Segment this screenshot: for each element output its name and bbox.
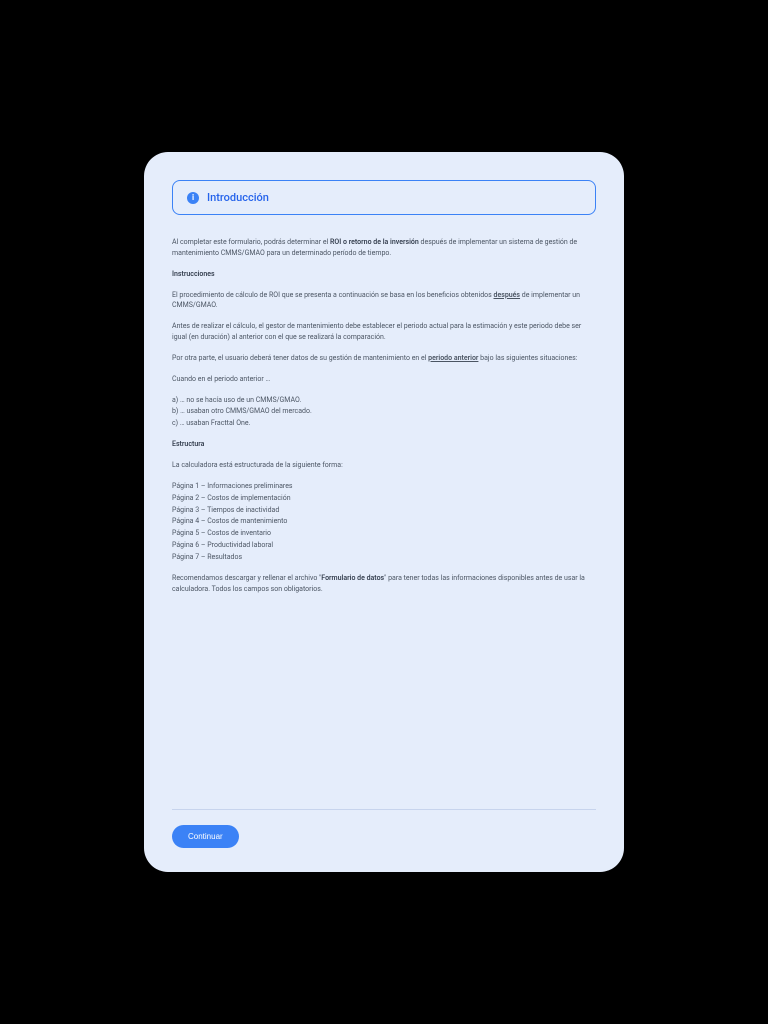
- instructions-p3-underline: periodo anterior: [428, 354, 478, 362]
- recommendation: Recomendamos descargar y rellenar el arc…: [172, 573, 596, 595]
- footer: Continuar: [172, 809, 596, 848]
- list-item: Página 1 – Informaciones preliminares: [172, 481, 596, 492]
- intro-pre: Al completar este formulario, podrás det…: [172, 238, 330, 246]
- section-header: i Introducción: [172, 180, 596, 215]
- rec-pre: Recomendamos descargar y rellenar el arc…: [172, 574, 321, 582]
- list-item: c) … usaban Fracttal One.: [172, 418, 596, 429]
- intro-paragraph: Al completar este formulario, podrás det…: [172, 237, 596, 259]
- list-item: Página 6 – Productividad laboral: [172, 540, 596, 551]
- instructions-p3: Por otra parte, el usuario deberá tener …: [172, 353, 596, 364]
- list-item: a) … no se hacía uso de un CMMS/GMAO.: [172, 395, 596, 406]
- form-card: i Introducción Al completar este formula…: [144, 152, 624, 872]
- instructions-p1-pre: El procedimiento de cálculo de ROI que s…: [172, 291, 494, 299]
- structure-intro: La calculadora está estructurada de la s…: [172, 460, 596, 471]
- info-icon: i: [187, 192, 199, 204]
- list-item: Página 3 – Tiempos de inactividad: [172, 505, 596, 516]
- list-item: Página 2 – Costos de implementación: [172, 493, 596, 504]
- pages-list: Página 1 – Informaciones preliminares Pá…: [172, 481, 596, 563]
- instructions-p1-underline: después: [494, 291, 521, 299]
- structure-heading: Estructura: [172, 439, 596, 450]
- instructions-p4: Cuando en el periodo anterior …: [172, 374, 596, 385]
- instructions-p3-pre: Por otra parte, el usuario deberá tener …: [172, 354, 428, 362]
- list-item: b) … usaban otro CMMS/GMAO del mercado.: [172, 406, 596, 417]
- section-title: Introducción: [207, 191, 269, 204]
- rec-bold: Formulario de datos: [321, 574, 384, 582]
- intro-bold: ROI o retorno de la inversión: [330, 238, 419, 246]
- continue-button[interactable]: Continuar: [172, 825, 239, 848]
- list-item: Página 7 – Resultados: [172, 552, 596, 563]
- instructions-p1: El procedimiento de cálculo de ROI que s…: [172, 290, 596, 312]
- instructions-p3-post: bajo las siguientes situaciones:: [478, 354, 577, 362]
- list-item: Página 4 – Costos de mantenimiento: [172, 516, 596, 527]
- instructions-heading: Instrucciones: [172, 269, 596, 280]
- situations-list: a) … no se hacía uso de un CMMS/GMAO. b)…: [172, 395, 596, 430]
- instructions-p2: Antes de realizar el cálculo, el gestor …: [172, 321, 596, 343]
- content-area: Al completar este formulario, podrás det…: [172, 237, 596, 799]
- list-item: Página 5 – Costos de inventario: [172, 528, 596, 539]
